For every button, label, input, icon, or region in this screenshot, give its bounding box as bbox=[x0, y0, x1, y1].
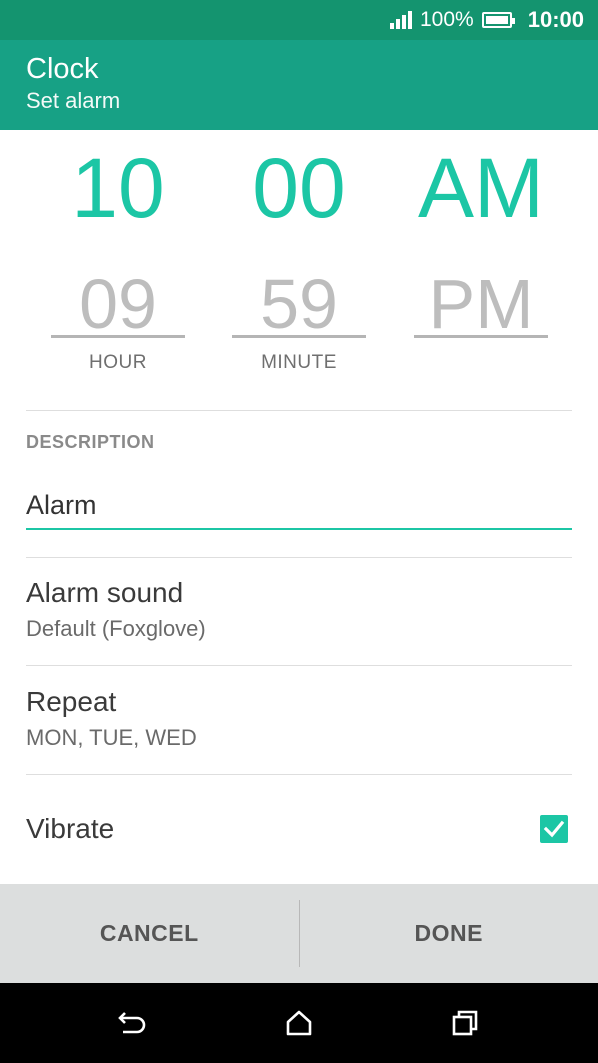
app-title: Clock bbox=[26, 53, 99, 85]
alarm-sound-value: Default (Foxglove) bbox=[26, 616, 206, 641]
divider bbox=[26, 665, 572, 666]
ampm-previous-value[interactable]: PM bbox=[414, 256, 548, 338]
repeat-row[interactable]: Repeat MON, TUE, WED bbox=[26, 685, 572, 753]
battery-percent: 100% bbox=[420, 8, 474, 31]
vibrate-checkbox[interactable] bbox=[540, 815, 568, 843]
minute-label: MINUTE bbox=[261, 352, 337, 373]
status-bar: 100% 10:00 bbox=[0, 0, 598, 40]
recents-button[interactable] bbox=[447, 1005, 483, 1041]
recents-icon bbox=[452, 1010, 478, 1036]
signal-icon bbox=[390, 11, 412, 29]
hour-previous-value[interactable]: 09 bbox=[51, 256, 185, 338]
check-icon bbox=[543, 820, 565, 838]
divider bbox=[26, 557, 572, 558]
action-bar: CANCEL DONE bbox=[0, 884, 598, 983]
divider bbox=[26, 774, 572, 775]
description-label: DESCRIPTION bbox=[26, 432, 155, 452]
alarm-sound-row[interactable]: Alarm sound Default (Foxglove) bbox=[26, 576, 572, 644]
battery-icon bbox=[481, 12, 515, 28]
hour-picker[interactable]: 10 09 HOUR bbox=[51, 130, 185, 374]
vibrate-row[interactable]: Vibrate bbox=[26, 812, 572, 846]
description-input[interactable] bbox=[26, 482, 572, 530]
alarm-sound-title: Alarm sound bbox=[26, 577, 184, 608]
app-bar: Clock Set alarm bbox=[0, 40, 598, 130]
nav-bar bbox=[0, 983, 598, 1063]
minute-previous-value[interactable]: 59 bbox=[232, 256, 366, 338]
hour-label: HOUR bbox=[89, 352, 147, 373]
back-icon bbox=[118, 1012, 146, 1034]
done-button[interactable]: DONE bbox=[300, 884, 598, 983]
vibrate-title: Vibrate bbox=[26, 813, 115, 844]
divider bbox=[26, 410, 572, 411]
home-icon bbox=[286, 1010, 312, 1036]
home-button[interactable] bbox=[281, 1005, 317, 1041]
minute-selected-value[interactable]: 00 bbox=[232, 130, 366, 240]
repeat-value: MON, TUE, WED bbox=[26, 725, 197, 750]
ampm-selected-value[interactable]: AM bbox=[414, 130, 548, 240]
hour-selected-value[interactable]: 10 bbox=[51, 130, 185, 240]
repeat-title: Repeat bbox=[26, 686, 117, 717]
minute-picker[interactable]: 00 59 MINUTE bbox=[232, 130, 366, 374]
ampm-picker[interactable]: AM PM bbox=[414, 130, 548, 338]
app-subtitle: Set alarm bbox=[26, 88, 121, 113]
cancel-button[interactable]: CANCEL bbox=[0, 884, 299, 983]
status-time: 10:00 bbox=[527, 7, 584, 32]
back-button[interactable] bbox=[115, 1005, 151, 1041]
